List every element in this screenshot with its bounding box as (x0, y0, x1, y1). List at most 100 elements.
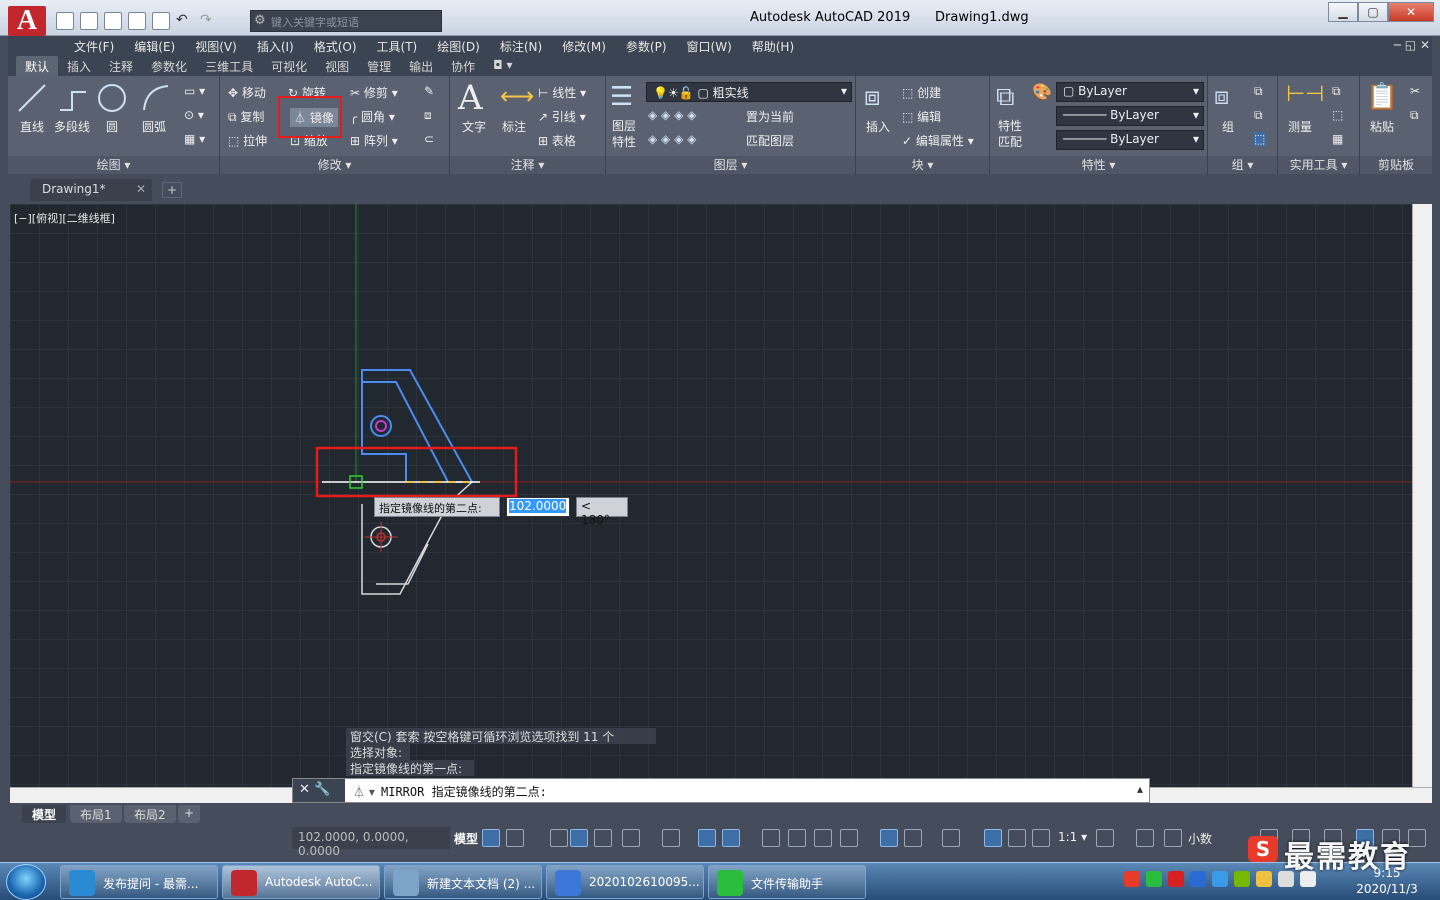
layer-properties-button[interactable]: 图层特性 (612, 118, 642, 150)
tab-default[interactable]: 默认 (16, 56, 59, 76)
panel-layers-title[interactable]: 图层 ▾ (606, 156, 855, 174)
table-button[interactable]: ⊞ 表格 (538, 132, 576, 149)
ortho-icon[interactable] (594, 829, 612, 847)
transparency-icon[interactable] (788, 829, 806, 847)
layer-tools-row2[interactable]: ◈ ◈ ◈ ◈ (648, 132, 696, 146)
minimize-button[interactable]: ▁ (1328, 2, 1358, 22)
group-select-icon[interactable]: ⬚ (1254, 132, 1266, 146)
command-line-controls[interactable]: ✕ 🔧 (293, 779, 345, 802)
make-current-button[interactable]: 置为当前 (746, 108, 794, 125)
panel-clipboard-title[interactable]: 剪贴板 (1360, 156, 1432, 174)
menu-draw[interactable]: 绘图(D) (427, 36, 490, 56)
units-icon[interactable] (1164, 829, 1182, 847)
polar-icon[interactable] (622, 829, 640, 847)
paste-icon[interactable]: 📋 (1366, 82, 1398, 114)
measure-button[interactable]: 测量 (1288, 118, 1312, 135)
menu-modify[interactable]: 修改(M) (552, 36, 616, 56)
fillet-button[interactable]: ╭ 圆角 ▾ (350, 108, 395, 125)
insert-block-icon[interactable]: ⧈ (864, 82, 896, 114)
command-input[interactable]: MIRROR 指定镜像线的第二点: (381, 783, 547, 800)
move-button[interactable]: ✥ 移动 (228, 84, 266, 101)
start-button[interactable] (6, 864, 46, 900)
snap-icon[interactable] (506, 829, 524, 847)
stretch-button[interactable]: ⬚ 拉伸 (228, 132, 267, 149)
panel-modify-title[interactable]: 修改 ▾ (220, 156, 449, 174)
new-tab-button[interactable]: + (162, 182, 182, 198)
tab-3d-tools[interactable]: 三维工具 (196, 56, 262, 76)
color-dropdown[interactable]: ▢ ByLayer ▾ (1056, 82, 1204, 102)
dynamic-input-icon[interactable] (570, 829, 588, 847)
panel-block-title[interactable]: 块 ▾ (856, 156, 989, 174)
add-layout-button[interactable]: + (178, 805, 201, 823)
infer-icon[interactable] (550, 829, 568, 847)
tab-parametric[interactable]: 参数化 (142, 56, 196, 76)
lineweight-icon[interactable] (762, 829, 780, 847)
polyline-button[interactable]: 多段线 (54, 118, 90, 135)
trim-button[interactable]: ✂ 修剪 ▾ (350, 84, 398, 101)
arc-icon[interactable] (140, 82, 172, 114)
paste-button[interactable]: 粘贴 (1370, 118, 1394, 135)
array-button[interactable]: ⊞ 阵列 ▾ (350, 132, 398, 149)
save-as-icon[interactable] (128, 12, 146, 30)
tab-layout2[interactable]: 布局2 (124, 805, 176, 823)
command-line[interactable]: ✕ 🔧 ⏃ ▾ MIRROR 指定镜像线的第二点: ▴ (292, 778, 1150, 803)
isometric-icon[interactable] (662, 829, 680, 847)
units-readout[interactable]: 小数 (1188, 830, 1212, 847)
polyline-icon[interactable] (58, 82, 90, 114)
circle-icon[interactable] (96, 82, 128, 114)
select-all-icon[interactable]: ⬚ (1332, 108, 1343, 122)
close-tab-icon[interactable]: ✕ (136, 182, 146, 196)
menu-edit[interactable]: 编辑(E) (124, 36, 185, 56)
calculator-icon[interactable]: ▦ (1332, 132, 1343, 146)
workspace-gear-icon[interactable] (1096, 829, 1114, 847)
menu-help[interactable]: 帮助(H) (742, 36, 804, 56)
grid-icon[interactable] (482, 829, 500, 847)
panel-utilities-title[interactable]: 实用工具 ▾ (1278, 156, 1359, 174)
line-button[interactable]: 直线 (20, 118, 44, 135)
layer-properties-icon[interactable]: ☰ (610, 82, 642, 114)
dimension-icon[interactable]: ⟷ (500, 82, 534, 110)
annotation-visibility-icon[interactable] (984, 829, 1002, 847)
taskbar-item-notepad[interactable]: 新建文本文档 (2) ... (384, 865, 542, 899)
print-icon[interactable] (152, 12, 170, 30)
vertical-scrollbar[interactable] (1412, 204, 1432, 787)
open-file-icon[interactable] (80, 12, 98, 30)
tab-insert[interactable]: 插入 (58, 56, 100, 76)
selection-filter-icon[interactable] (904, 829, 922, 847)
taskbar-item-autocad[interactable]: Autodesk AutoC... (222, 865, 380, 899)
menu-format[interactable]: 格式(O) (304, 36, 367, 56)
linear-button[interactable]: ⊢ 线性 ▾ (538, 84, 586, 101)
tab-manage[interactable]: 管理 (358, 56, 400, 76)
selection-cycling-icon[interactable] (814, 829, 832, 847)
sogou-icon[interactable] (1124, 871, 1140, 887)
tab-annotate[interactable]: 注释 (100, 56, 142, 76)
ungroup-icon[interactable]: ⧉ (1254, 84, 1263, 99)
menu-parametric[interactable]: 参数(P) (616, 36, 677, 56)
tab-collaborate[interactable]: 协作 (442, 56, 484, 76)
rectangle-icon[interactable]: ▭ ▾ (184, 84, 205, 98)
arc-button[interactable]: 圆弧 (142, 118, 166, 135)
copy-button[interactable]: ⧉ 复制 (228, 108, 264, 125)
copy-clip-icon[interactable]: ⧉ (1410, 108, 1419, 123)
dimension-button[interactable]: 标注 (502, 118, 526, 135)
edit-attributes-button[interactable]: ✓ 编辑属性 ▾ (902, 132, 974, 149)
distance-input[interactable]: 102.0000 (506, 497, 570, 517)
taskbar-item-wechat[interactable]: 文件传输助手 (708, 865, 866, 899)
taskbar-item-ie[interactable]: 发布提问 - 最需... (60, 865, 218, 899)
dynamic-ucs-icon[interactable] (880, 829, 898, 847)
gizmo-icon[interactable] (942, 829, 960, 847)
cut-icon[interactable]: ✂ (1410, 84, 1420, 98)
annotation-scale[interactable]: 1:1 ▾ (1058, 830, 1087, 844)
edit-block-button[interactable]: ⬚ 编辑 (902, 108, 941, 125)
match-layer-button[interactable]: 匹配图层 (746, 132, 794, 149)
document-tab[interactable]: Drawing1* ✕ (30, 179, 152, 201)
offset-icon[interactable]: ⊂ (424, 132, 434, 146)
annotation-monitor-icon[interactable] (1136, 829, 1154, 847)
circle-button[interactable]: 圆 (106, 118, 118, 135)
tab-layout1[interactable]: 布局1 (70, 805, 122, 823)
model-space-button[interactable]: 模型 (450, 827, 482, 849)
taskbar-item-visio[interactable]: 2020102610095... (546, 865, 704, 899)
maximize-button[interactable]: ▢ (1358, 2, 1388, 22)
wechat-tray-icon[interactable] (1146, 871, 1162, 887)
text-button[interactable]: 文字 (462, 118, 486, 135)
